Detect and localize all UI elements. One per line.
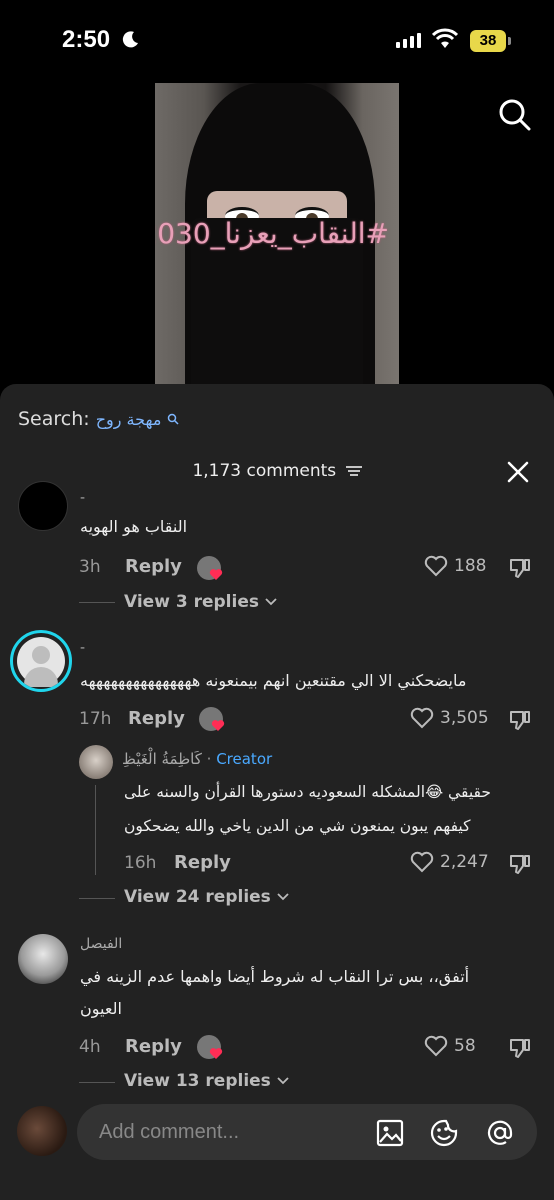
dislike-icon[interactable] — [508, 556, 532, 580]
mention-icon[interactable] — [485, 1118, 515, 1148]
reply-username[interactable]: كَاظِمَةُ الْغَيْظِ · Creator — [122, 750, 272, 768]
like-button[interactable]: 58 — [424, 1035, 476, 1057]
comment-input[interactable] — [99, 1118, 359, 1146]
comment-username[interactable]: - — [80, 490, 85, 506]
close-icon[interactable] — [506, 460, 530, 484]
reply-text-line1: حقيقي 😂المشكله السعوديه دستورها القرأن و… — [124, 783, 491, 801]
dislike-icon[interactable] — [508, 852, 532, 876]
heart-icon — [410, 707, 434, 729]
heart-icon — [410, 851, 434, 873]
like-button[interactable]: 3,505 — [410, 707, 489, 729]
search-icon[interactable] — [497, 97, 533, 133]
comment-text-line1: أتفق،، بس ترا النقاب له شروط أيضا واهمها… — [80, 967, 470, 986]
reply-button[interactable]: Reply — [128, 708, 185, 729]
chevron-down-icon — [277, 893, 289, 901]
chevron-down-icon — [265, 598, 277, 606]
like-count: 58 — [454, 1036, 476, 1056]
like-count: 2,247 — [440, 852, 489, 872]
comment-text: مايضحكني الا الي مقتنعين انهم بيمنعونه ه… — [80, 671, 467, 690]
avatar[interactable] — [18, 934, 68, 984]
divider — [79, 602, 115, 603]
reply-time: 16h — [124, 853, 157, 873]
dislike-icon[interactable] — [508, 708, 532, 732]
view-replies-button[interactable]: View 24 replies — [124, 887, 289, 907]
comment-input-container[interactable] — [77, 1104, 537, 1160]
creator-liked-heart-icon — [211, 720, 225, 731]
image-icon[interactable] — [375, 1118, 405, 1148]
creator-liked-heart-icon — [209, 1048, 223, 1059]
avatar[interactable] — [10, 630, 72, 692]
comment-time: 3h — [79, 557, 101, 577]
reply-button[interactable]: Reply — [125, 1036, 182, 1057]
comments-count: 1,173 comments — [192, 461, 337, 481]
video-hashtag-overlay: #النقاب_يعزنا_2030 — [155, 217, 389, 250]
comment-time: 4h — [79, 1037, 101, 1057]
reply-button[interactable]: Reply — [174, 852, 231, 873]
comment-time: 17h — [79, 709, 112, 729]
divider — [79, 898, 115, 899]
comment-composer — [0, 1096, 554, 1200]
comment-text-line2: العيون — [80, 999, 122, 1018]
search-term[interactable]: مهجة روح — [96, 410, 162, 429]
like-count: 188 — [454, 556, 487, 576]
heart-icon — [424, 1035, 448, 1057]
comment-username[interactable]: - — [80, 640, 85, 656]
reply-button[interactable]: Reply — [125, 556, 182, 577]
wifi-icon — [431, 28, 459, 54]
creator-liked-heart-icon — [209, 569, 223, 580]
video-preview[interactable]: #النقاب_يعزنا_2030 — [155, 83, 399, 385]
cellular-signal-icon — [396, 32, 421, 48]
reply-text-line2: كيفهم يبون يمنعون شي من الدين ياخي والله… — [124, 817, 471, 835]
creator-badge: Creator — [216, 750, 273, 768]
dislike-icon[interactable] — [508, 1036, 532, 1060]
comments-header: 1,173 comments — [0, 461, 554, 481]
heart-icon — [424, 555, 448, 577]
status-time: 2:50 — [62, 26, 111, 53]
view-replies-button[interactable]: View 3 replies — [124, 592, 277, 612]
like-count: 3,505 — [440, 708, 489, 728]
comment-text: النقاب هو الهويه — [80, 517, 188, 536]
avatar[interactable] — [18, 481, 68, 531]
search-suggestion[interactable]: Search: مهجة روح — [18, 408, 179, 430]
search-mini-icon — [168, 413, 179, 425]
divider — [79, 1082, 115, 1083]
moon-icon — [122, 30, 140, 48]
emoji-icon[interactable] — [429, 1118, 459, 1148]
comment-username[interactable]: الفيصل — [80, 936, 122, 952]
like-button[interactable]: 2,247 — [410, 851, 489, 873]
search-label: Search: — [18, 408, 90, 430]
reply-thread-line — [95, 785, 96, 875]
status-bar: 2:50 38 — [0, 0, 554, 80]
chevron-down-icon — [277, 1077, 289, 1085]
avatar[interactable] — [79, 745, 113, 779]
battery-tip — [508, 37, 511, 45]
like-button[interactable]: 188 — [424, 555, 486, 577]
battery-indicator: 38 — [470, 30, 506, 52]
sort-icon[interactable] — [345, 465, 362, 477]
view-replies-button[interactable]: View 13 replies — [124, 1071, 289, 1091]
avatar[interactable] — [17, 1106, 67, 1156]
